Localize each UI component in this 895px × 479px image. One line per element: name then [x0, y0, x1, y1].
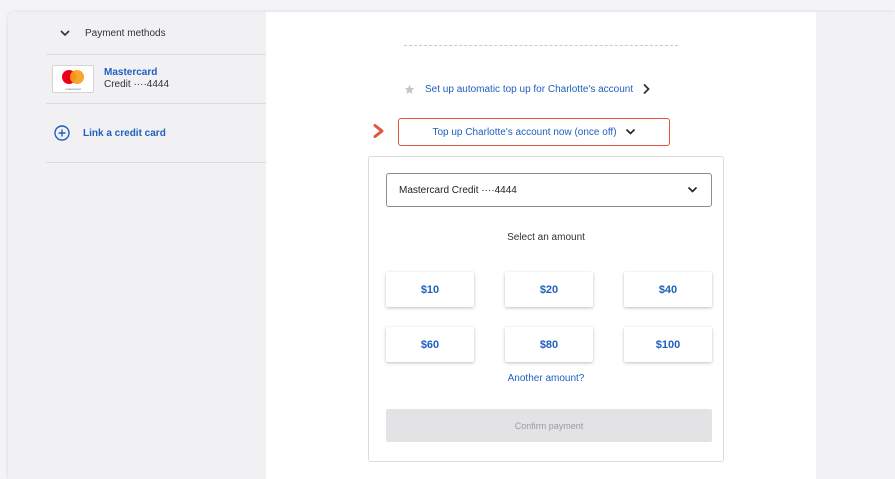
auto-topup-label: Set up automatic top up for Charlotte's … — [425, 83, 634, 95]
amount-button-80[interactable]: $80 — [505, 327, 593, 362]
star-icon — [404, 84, 415, 94]
select-amount-label: Select an amount — [507, 232, 585, 243]
another-amount-link[interactable]: Another amount? — [369, 373, 723, 384]
card-logo-text: mastercard — [65, 87, 81, 91]
amount-button-100[interactable]: $100 — [624, 327, 712, 362]
topup-now-label: Top up Charlotte's account now (once off… — [432, 126, 617, 138]
amount-button-20[interactable]: $20 — [505, 272, 593, 307]
link-credit-card-label: Link a credit card — [83, 127, 166, 139]
auto-topup-link[interactable]: Set up automatic top up for Charlotte's … — [404, 79, 651, 99]
saved-card-item[interactable]: mastercard Mastercard Credit ····4444 — [46, 55, 266, 104]
payment-method-value: Mastercard Credit ····4444 — [399, 184, 517, 196]
main-panel: Set up automatic top up for Charlotte's … — [266, 12, 816, 479]
plus-circle-icon — [54, 125, 70, 141]
divider — [404, 45, 678, 46]
chevron-right-icon — [643, 83, 650, 95]
pointer-arrow-icon — [373, 124, 384, 138]
link-credit-card-button[interactable]: Link a credit card — [46, 104, 266, 163]
app-frame: Payment methods mastercard Mastercard Cr… — [8, 12, 895, 479]
payment-method-select[interactable]: Mastercard Credit ····4444 — [386, 173, 712, 207]
card-number: Credit ····4444 — [104, 79, 170, 90]
right-gutter — [816, 12, 895, 479]
mastercard-logo-icon: mastercard — [52, 65, 94, 93]
payment-methods-header[interactable]: Payment methods — [46, 12, 266, 55]
topup-now-button[interactable]: Top up Charlotte's account now (once off… — [398, 118, 670, 146]
chevron-down-icon — [625, 128, 635, 135]
amount-button-40[interactable]: $40 — [624, 272, 712, 307]
topup-panel: Mastercard Credit ····4444 Select an amo… — [368, 156, 724, 462]
card-details: Mastercard Credit ····4444 — [104, 67, 169, 91]
payment-methods-label: Payment methods — [85, 27, 166, 39]
confirm-payment-button[interactable]: Confirm payment — [386, 409, 712, 442]
chevron-down-icon — [60, 30, 70, 37]
sidebar: Payment methods mastercard Mastercard Cr… — [8, 12, 266, 479]
amount-button-60[interactable]: $60 — [386, 327, 474, 362]
card-name: Mastercard — [104, 67, 158, 78]
chevron-down-icon — [687, 186, 698, 193]
amount-button-10[interactable]: $10 — [386, 272, 474, 307]
